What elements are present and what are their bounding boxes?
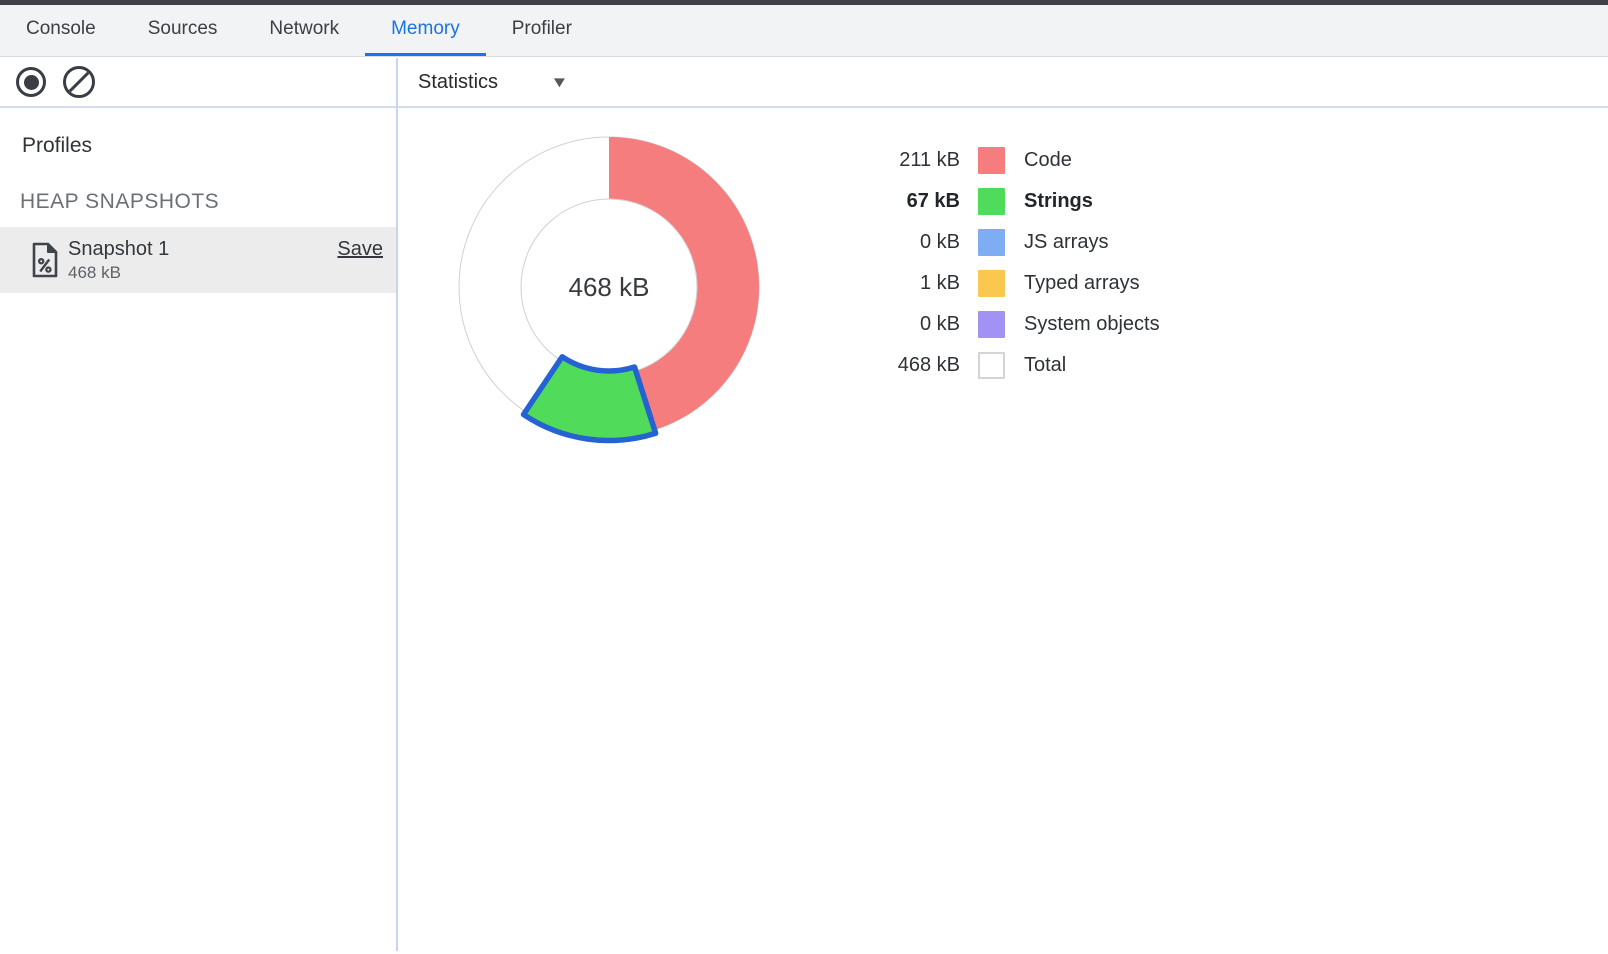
legend-label: JS arrays	[1024, 231, 1108, 254]
legend-row-system-objects[interactable]: 0 kB System objects	[860, 304, 1160, 345]
snapshot-name: Snapshot 1	[68, 238, 169, 261]
clear-profiles-button[interactable]	[61, 58, 97, 106]
sidebar-title: Profiles	[22, 134, 92, 158]
tab-sources[interactable]: Sources	[122, 5, 244, 56]
perspective-dropdown[interactable]: Statistics ▼	[418, 58, 567, 106]
save-snapshot-link[interactable]: Save	[337, 238, 383, 261]
tab-profiler[interactable]: Profiler	[486, 5, 598, 56]
legend-swatch	[978, 229, 1005, 256]
heap-snapshots-section-header: HEAP SNAPSHOTS	[20, 190, 219, 214]
tab-console[interactable]: Console	[0, 5, 122, 56]
legend-label: Strings	[1024, 190, 1093, 213]
legend-value: 211 kB	[860, 149, 960, 172]
legend-swatch	[978, 188, 1005, 215]
legend-label: Code	[1024, 149, 1072, 172]
donut-segment-strings[interactable]	[524, 357, 656, 441]
legend-label: Typed arrays	[1024, 272, 1140, 295]
legend-value: 0 kB	[860, 231, 960, 254]
legend-swatch	[978, 270, 1005, 297]
legend-swatch	[978, 352, 1005, 379]
legend-row-typed-arrays[interactable]: 1 kB Typed arrays	[860, 263, 1160, 304]
clear-icon	[63, 66, 95, 98]
devtools-memory-panel: ConsoleSourcesNetworkMemoryProfiler Stat…	[0, 0, 1608, 954]
legend-row-total[interactable]: 468 kB Total	[860, 345, 1160, 386]
tab-bar: ConsoleSourcesNetworkMemoryProfiler	[0, 5, 1608, 57]
sidebar-divider	[396, 58, 398, 951]
tab-memory[interactable]: Memory	[365, 5, 486, 56]
heap-snapshot-icon	[31, 242, 59, 278]
profiler-toolbar: Statistics ▼	[0, 58, 1608, 108]
snapshot-size: 468 kB	[68, 263, 121, 283]
legend-row-js-arrays[interactable]: 0 kB JS arrays	[860, 222, 1160, 263]
donut-inner-outline	[521, 199, 697, 375]
legend-value: 0 kB	[860, 313, 960, 336]
legend-swatch	[978, 311, 1005, 338]
snapshot-list-item[interactable]: Snapshot 1 468 kB Save	[0, 227, 396, 293]
tab-network[interactable]: Network	[243, 5, 365, 56]
record-icon	[16, 67, 46, 97]
chart-legend: 211 kB Code 67 kB Strings 0 kB JS arrays 1 kB T…	[860, 140, 1160, 386]
legend-value: 468 kB	[860, 354, 960, 377]
legend-value: 1 kB	[860, 272, 960, 295]
chevron-down-icon: ▼	[550, 74, 569, 91]
statistics-donut-chart	[449, 127, 769, 447]
legend-value: 67 kB	[860, 190, 960, 213]
record-button[interactable]	[14, 58, 48, 106]
legend-label: Total	[1024, 354, 1066, 377]
perspective-dropdown-label: Statistics	[418, 71, 498, 94]
legend-swatch	[978, 147, 1005, 174]
legend-row-strings[interactable]: 67 kB Strings	[860, 181, 1160, 222]
legend-label: System objects	[1024, 313, 1160, 336]
legend-row-code[interactable]: 211 kB Code	[860, 140, 1160, 181]
